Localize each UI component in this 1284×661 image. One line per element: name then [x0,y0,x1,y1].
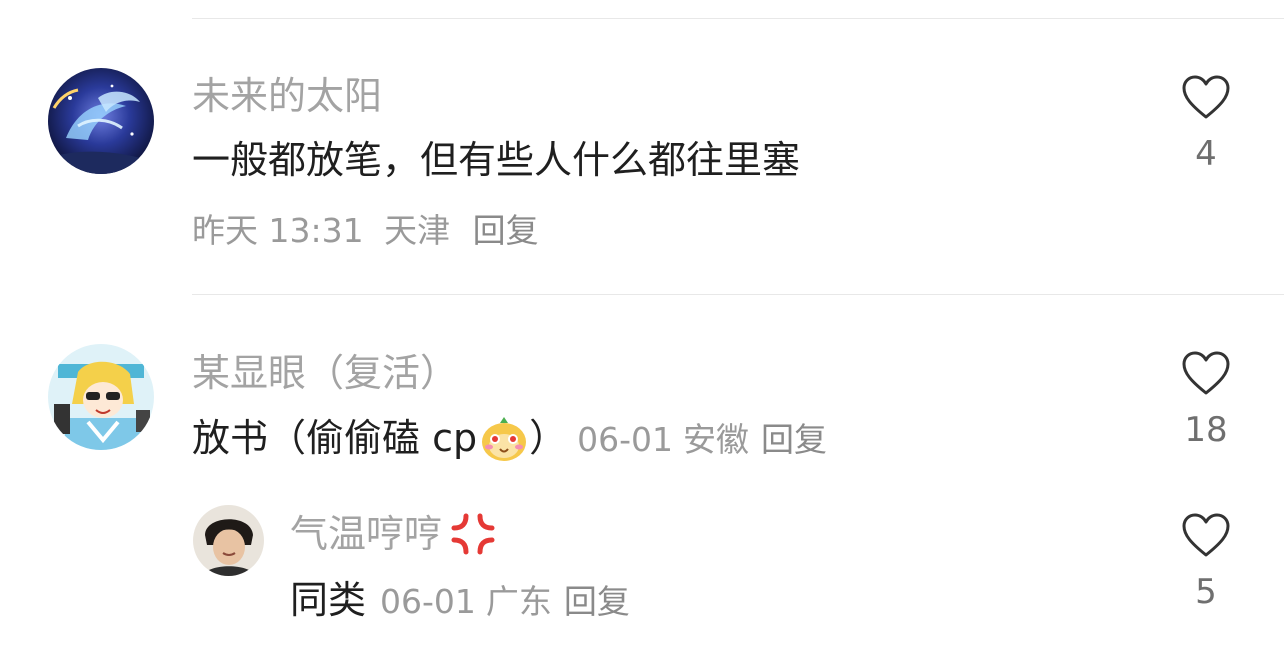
person-avatar-icon [193,505,264,576]
anime-avatar-icon [48,344,154,450]
comment-text-close: ） [529,416,568,460]
heart-icon[interactable] [1181,350,1231,396]
user-avatar[interactable] [48,344,154,450]
comment-text: 放书（偷偷磕 cp [192,416,478,460]
heart-icon[interactable] [1181,512,1231,558]
like-group: 5 [1166,512,1246,612]
reply-button[interactable]: 回复 [761,420,827,459]
reply-username-row: 气温哼哼 [290,511,498,557]
comment-location: 天津 [384,211,451,250]
reply-time: 06-01 [380,582,476,621]
divider-top [192,18,1284,19]
heart-icon[interactable] [1181,74,1231,120]
divider-middle [192,294,1284,295]
galaxy-avatar-icon [48,68,154,174]
comment-time: 06-01 [577,420,673,459]
like-group: 18 [1166,350,1246,450]
comment-meta: 昨天 13:31 天津 回复 [192,209,539,253]
reply-text: 同类 [290,578,367,622]
anger-symbol-icon [451,513,495,554]
like-count: 5 [1195,572,1217,612]
comment-username[interactable]: 某显眼（复活） [192,350,458,396]
reply-button[interactable]: 回复 [473,211,539,250]
reply-text-row: 同类 06-01 广东 回复 [290,576,630,626]
comment-location: 安徽 [683,420,749,459]
like-count: 18 [1184,410,1228,450]
like-group: 4 [1166,74,1246,174]
reply-button[interactable]: 回复 [564,582,630,621]
comment-text-row: 放书（偷偷磕 cp ） 06-01 安徽 回复 [192,414,827,464]
comment-text: 一般都放笔，但有些人什么都往里塞 [192,138,801,182]
user-avatar[interactable] [193,505,264,576]
user-avatar[interactable] [48,68,154,174]
reply-location: 广东 [485,582,552,621]
comment-time: 昨天 13:31 [192,211,364,250]
reply-username[interactable]: 气温哼哼 [290,512,442,556]
cute-blushing-emoji-icon [482,416,527,461]
comment-username[interactable]: 未来的太阳 [192,73,382,119]
like-count: 4 [1195,134,1217,174]
